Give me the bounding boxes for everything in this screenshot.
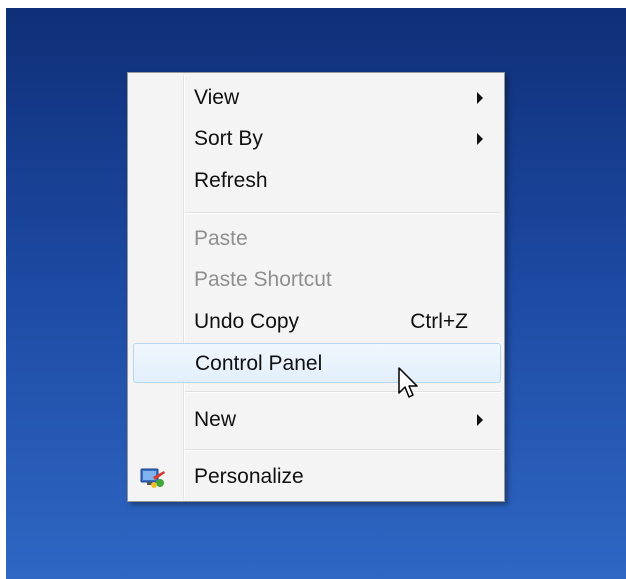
menu-item-view[interactable]: View: [128, 78, 504, 118]
menu-item-paste[interactable]: Paste: [128, 219, 504, 259]
desktop-background[interactable]: View Sort By Refresh Paste Paste Shortcu…: [6, 8, 626, 579]
menu-item-refresh[interactable]: Refresh: [128, 161, 504, 201]
menu-item-control-panel[interactable]: Control Panel: [133, 343, 501, 383]
menu-item-shortcut: Ctrl+Z: [410, 310, 468, 333]
menu-item-label: Sort By: [194, 127, 263, 150]
chevron-right-icon: [477, 414, 483, 426]
menu-item-label: Paste Shortcut: [194, 268, 332, 291]
menu-item-undo-copy[interactable]: Undo Copy Ctrl+Z: [128, 302, 504, 342]
menu-item-sort-by[interactable]: Sort By: [128, 119, 504, 159]
menu-item-label: View: [194, 86, 240, 109]
menu-item-label: Undo Copy: [194, 310, 300, 333]
desktop-context-menu: View Sort By Refresh Paste Paste Shortcu…: [127, 72, 505, 502]
menu-item-label: Personalize: [194, 465, 304, 488]
menu-item-label: New: [194, 408, 237, 431]
menu-separator: [185, 449, 501, 451]
mouse-pointer-icon: [398, 367, 418, 398]
menu-item-label: Refresh: [194, 169, 268, 192]
menu-item-new[interactable]: New: [128, 400, 504, 440]
chevron-right-icon: [477, 133, 483, 145]
chevron-right-icon: [477, 92, 483, 104]
personalize-icon: [140, 468, 165, 488]
menu-separator: [185, 391, 501, 393]
menu-item-personalize[interactable]: Personalize: [128, 457, 504, 497]
menu-item-paste-shortcut[interactable]: Paste Shortcut: [128, 260, 504, 300]
menu-item-label: Control Panel: [195, 352, 323, 375]
menu-item-label: Paste: [194, 227, 248, 250]
menu-separator: [185, 212, 501, 214]
